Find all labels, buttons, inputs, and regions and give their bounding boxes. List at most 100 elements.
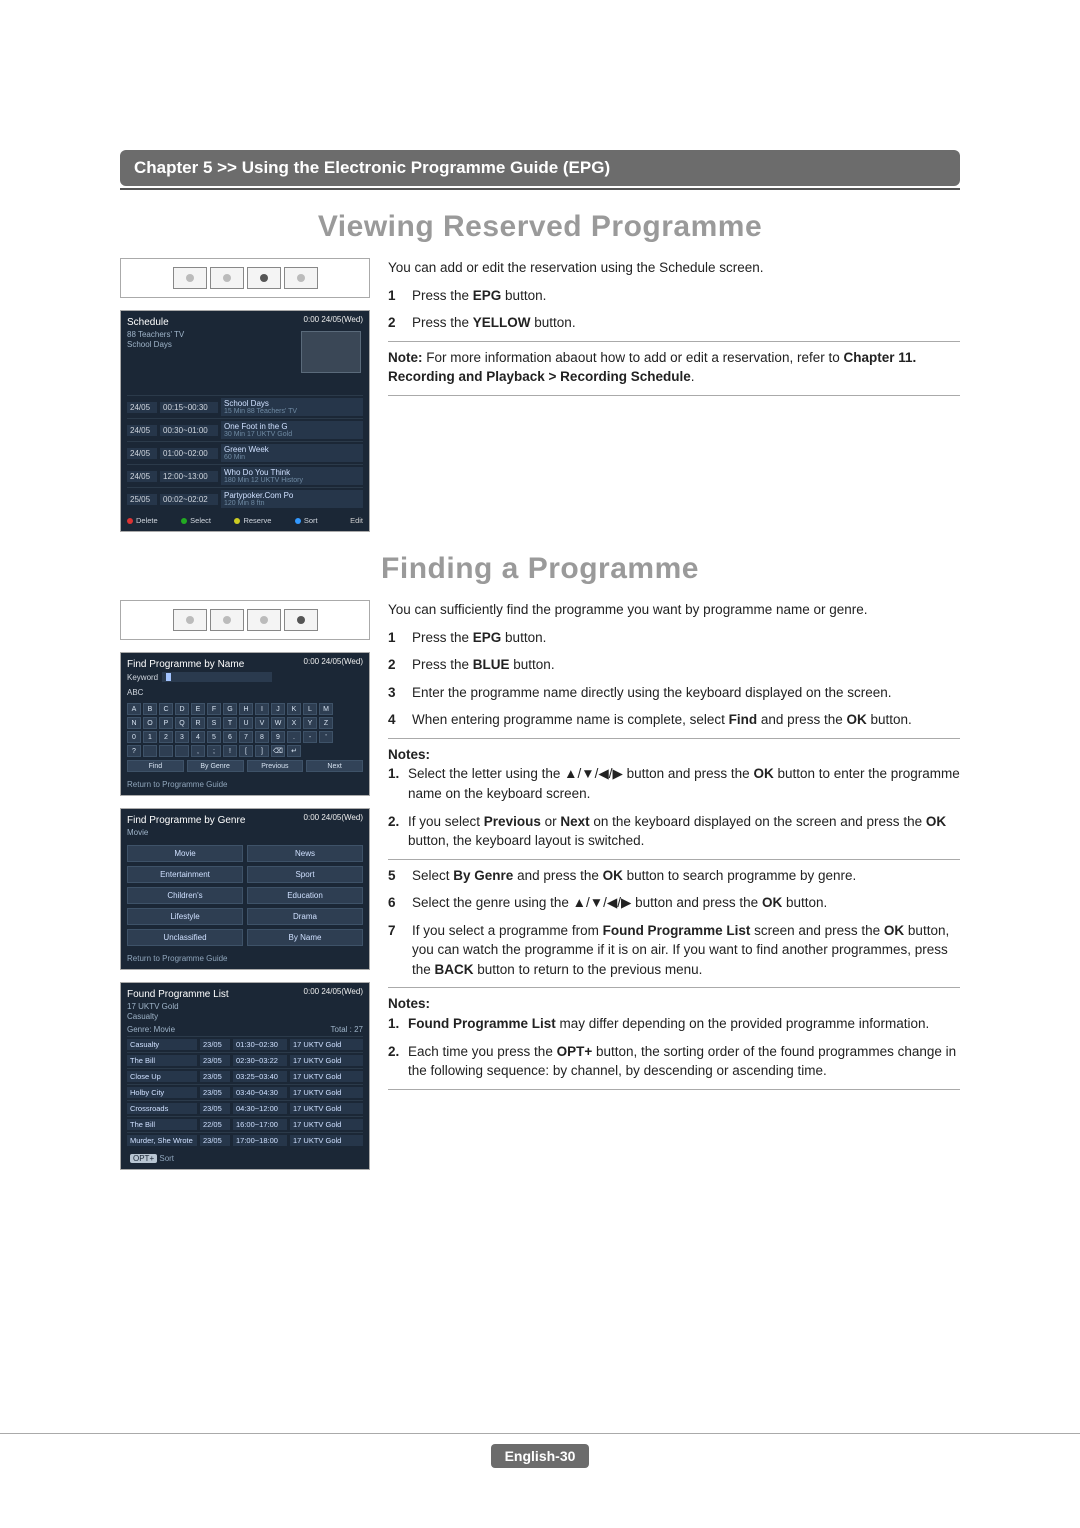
keyboard-key <box>143 745 157 757</box>
action-reserve: Reserve <box>234 516 271 525</box>
step-number: 6 <box>388 893 402 913</box>
note-item: 2.If you select Previous or Next on the … <box>388 812 960 851</box>
cell-time: 01:00~02:00 <box>160 448 218 459</box>
cell-prog: School Days15 Min 88 Teachers' TV <box>221 398 363 416</box>
opt-key-pill: OPT+ <box>130 1154 157 1163</box>
genre-cell: Movie <box>127 845 243 862</box>
schedule-row: 25/0500:02~02:02Partypoker.Com Po120 Min… <box>127 487 363 510</box>
cell-time: 00:15~00:30 <box>160 402 218 413</box>
keyboard-key <box>159 745 173 757</box>
remote-key <box>173 609 207 631</box>
remote-key <box>284 267 318 289</box>
found-row: Casualty23/0501:30~02:3017 UKTV Gold <box>127 1036 363 1052</box>
opt-sort-label: Sort <box>159 1154 174 1163</box>
cell-time: 00:30~01:00 <box>160 425 218 436</box>
keyboard-row: ? ,;![]⌫↵ <box>127 745 363 757</box>
keyboard-key: 6 <box>223 731 237 743</box>
found-chan: 17 UKTV Gold <box>290 1055 363 1066</box>
note-bold: OPT+ <box>557 1044 593 1059</box>
step-body: Press the EPG button. <box>412 286 546 306</box>
onscreen-keyboard: ABCDEFGHIJKLMNOPQRSTUVWXYZ0123456789.-'?… <box>127 703 363 757</box>
step-item: 5Select By Genre and press the OK button… <box>388 866 960 886</box>
step-body: Press the YELLOW button. <box>412 313 576 333</box>
keyboard-func-key: Next <box>306 760 363 772</box>
keyboard-key: I <box>255 703 269 715</box>
chapter-bar: Chapter 5 >> Using the Electronic Progra… <box>120 150 960 186</box>
genre-cell: Drama <box>247 908 363 925</box>
prog-name: Green Week <box>224 445 360 454</box>
found-genre-label: Genre: Movie <box>127 1025 175 1034</box>
step-body: When entering programme name is complete… <box>412 710 912 730</box>
keyboard-key: 3 <box>175 731 189 743</box>
step-body: Select the genre using the ▲/▼/◀/▶ butto… <box>412 893 827 913</box>
step-item: 4 When entering programme name is complet… <box>388 710 960 730</box>
step-body: Select By Genre and press the OK button … <box>412 866 856 886</box>
cell-date: 24/05 <box>127 448 157 459</box>
step-body: Enter the programme name directly using … <box>412 683 892 703</box>
keyboard-key: Y <box>303 717 317 729</box>
genre-grid: MovieNewsEntertainmentSportChildren'sEdu… <box>127 845 363 946</box>
schedule-action-bar: Delete Select Reserve Sort Edit <box>127 516 363 525</box>
step-number: 1 <box>388 286 402 306</box>
cell-date: 24/05 <box>127 425 157 436</box>
step-item: 2Press the BLUE button. <box>388 655 960 675</box>
keyboard-key: P <box>159 717 173 729</box>
genre-cell: Unclassified <box>127 929 243 946</box>
return-link: Return to Programme Guide <box>127 954 363 963</box>
note-item: 1.Found Programme List may differ depend… <box>388 1014 960 1034</box>
section1-intro: You can add or edit the reservation usin… <box>388 258 960 278</box>
schedule-row: 24/0500:15~00:30School Days15 Min 88 Tea… <box>127 395 363 418</box>
found-time: 16:00~17:00 <box>233 1119 287 1130</box>
found-row: Crossroads23/0504:30~12:0017 UKTV Gold <box>127 1100 363 1116</box>
found-date: 23/05 <box>200 1039 230 1050</box>
step-number: 2 <box>388 313 402 333</box>
found-rows: Casualty23/0501:30~02:3017 UKTV Gold The … <box>127 1036 363 1148</box>
note-number: 1. <box>388 764 404 803</box>
remote-key <box>173 267 207 289</box>
cell-prog: Partypoker.Com Po120 Min 8 ftn <box>221 490 363 508</box>
schedule-row: 24/0500:30~01:00One Foot in the G30 Min … <box>127 418 363 441</box>
step-item: 2 Press the YELLOW button. <box>388 313 960 333</box>
screenshot-find-name: 0:00 24/05(Wed) Find Programme by Name K… <box>120 652 370 796</box>
found-row: The Bill22/0516:00~17:0017 UKTV Gold <box>127 1116 363 1132</box>
keyboard-key: 0 <box>127 731 141 743</box>
schedule-row: 24/0501:00~02:00 Green Week60 Min <box>127 441 363 464</box>
found-name: The Bill <box>127 1119 197 1130</box>
notes-block-a: Notes: 1.Select the letter using the ▲/▼… <box>388 745 960 851</box>
prog-sub: 30 Min 17 UKTV Gold <box>224 431 360 438</box>
found-chan: 17 UKTV Gold <box>290 1103 363 1114</box>
keyboard-key: C <box>159 703 173 715</box>
keyboard-key: ? <box>127 745 141 757</box>
step-number: 4 <box>388 710 402 730</box>
found-date: 23/05 <box>200 1071 230 1082</box>
chapter-underline <box>120 188 960 190</box>
keyword-input <box>162 672 272 682</box>
remote-key-active <box>284 609 318 631</box>
tv-clock: 0:00 24/05(Wed) <box>304 315 363 324</box>
note-body: Each time you press the OPT+ button, the… <box>408 1042 960 1081</box>
notes-label: Notes: <box>388 747 430 762</box>
screenshot-schedule: 0:00 24/05(Wed) Schedule 88 Teachers' TV… <box>120 310 370 532</box>
keyboard-key: W <box>271 717 285 729</box>
page-footer: English-30 <box>0 1433 1080 1468</box>
note-bold: Previous <box>484 814 541 829</box>
keyboard-key: ⌫ <box>271 745 285 757</box>
found-date: 23/05 <box>200 1055 230 1066</box>
keyboard-key: 7 <box>239 731 253 743</box>
found-chan: 17 UKTV Gold <box>290 1087 363 1098</box>
keyboard-key: T <box>223 717 237 729</box>
prog-sub: 60 Min <box>224 454 360 461</box>
remote-key-active <box>247 267 281 289</box>
prog-name: School Days <box>224 399 360 408</box>
cell-date: 24/05 <box>127 402 157 413</box>
note-number: 2. <box>388 1042 404 1081</box>
page-number: English-30 <box>491 1444 590 1468</box>
note-body: Found Programme List may differ dependin… <box>408 1014 929 1034</box>
step-item: 1Press the EPG button. <box>388 628 960 648</box>
note-bold: Next <box>560 814 589 829</box>
action-delete: Delete <box>127 516 158 525</box>
keyboard-key: - <box>303 731 317 743</box>
step-item: 3Enter the programme name directly using… <box>388 683 960 703</box>
found-date: 23/05 <box>200 1103 230 1114</box>
notes-block-b: Notes: 1.Found Programme List may differ… <box>388 994 960 1080</box>
